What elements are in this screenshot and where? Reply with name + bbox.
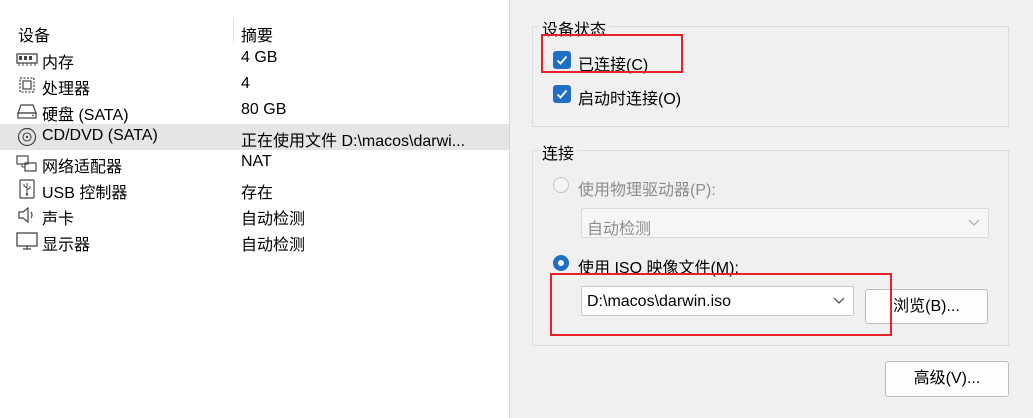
device-summary: 自动检测 [241, 211, 306, 228]
device-name: 硬盘 (SATA) [42, 107, 129, 124]
iso-file-radio[interactable] [553, 255, 569, 271]
advanced-button[interactable]: 高级(V)... [885, 361, 1009, 397]
iso-path-value: D:\macos\darwin.iso [587, 293, 732, 310]
connect-on-power-checkbox[interactable] [553, 85, 571, 103]
device-status-group [532, 26, 1009, 127]
device-list: 设备 摘要 内存 4 GB 处理器 4 硬盘 (SATA) 80 GB CD/D… [0, 0, 510, 418]
column-separator[interactable] [233, 18, 234, 42]
physical-drive-label[interactable]: 使用物理驱动器(P): [578, 176, 716, 200]
device-name: USB 控制器 [42, 185, 128, 202]
check-icon [556, 55, 568, 65]
chevron-down-icon [833, 297, 845, 304]
device-row-cd-dvd[interactable]: CD/DVD (SATA) 正在使用文件 D:\macos\darwi... [0, 124, 509, 150]
device-summary: 正在使用文件 D:\macos\darwi... [241, 133, 466, 150]
cpu-icon [19, 77, 35, 93]
device-name: 显示器 [42, 237, 91, 254]
device-status-title: 设备状态 [539, 16, 610, 40]
chevron-down-icon [968, 219, 980, 226]
device-row-usb[interactable]: USB 控制器 存在 [0, 176, 509, 202]
iso-file-label[interactable]: 使用 ISO 映像文件(M): [578, 254, 739, 278]
physical-drive-radio[interactable] [553, 177, 569, 193]
device-row-processor[interactable]: 处理器 4 [0, 72, 509, 98]
device-name: 处理器 [42, 81, 91, 98]
column-header-device[interactable]: 设备 [18, 22, 50, 46]
iso-path-combobox[interactable]: D:\macos\darwin.iso [581, 286, 854, 316]
device-row-network-adapter[interactable]: 网络适配器 NAT [0, 150, 509, 176]
connect-on-power-label[interactable]: 启动时连接(O) [578, 85, 681, 109]
device-summary: 4 [241, 75, 250, 92]
browse-label: 浏览(B)... [893, 298, 960, 315]
device-row-memory[interactable]: 内存 4 GB [0, 46, 509, 72]
network-adapter-icon [16, 155, 37, 172]
advanced-label: 高级(V)... [913, 370, 981, 387]
device-summary: 自动检测 [241, 237, 306, 254]
cd-dvd-icon [17, 127, 37, 147]
connected-label[interactable]: 已连接(C) [578, 51, 648, 75]
device-name: CD/DVD (SATA) [42, 127, 158, 144]
monitor-icon [16, 232, 38, 250]
column-header-summary[interactable]: 摘要 [241, 22, 273, 46]
device-summary: NAT [241, 153, 272, 170]
device-name: 内存 [42, 55, 75, 72]
device-name: 声卡 [42, 211, 75, 228]
usb-icon [19, 179, 35, 199]
device-summary: 80 GB [241, 101, 287, 118]
device-row-sound-card[interactable]: 声卡 自动检测 [0, 202, 509, 228]
physical-drive-select[interactable]: 自动检测 [581, 208, 989, 238]
connection-title: 连接 [539, 140, 578, 164]
device-row-display[interactable]: 显示器 自动检测 [0, 228, 509, 254]
check-icon [556, 89, 568, 99]
physical-drive-value: 自动检测 [587, 221, 652, 238]
device-name: 网络适配器 [42, 159, 123, 176]
speaker-icon [18, 206, 33, 224]
hard-disk-icon [17, 104, 37, 119]
browse-button[interactable]: 浏览(B)... [865, 289, 988, 324]
device-summary: 4 GB [241, 49, 278, 66]
device-summary: 存在 [241, 185, 274, 202]
list-header: 设备 摘要 [0, 0, 509, 46]
connected-checkbox[interactable] [553, 51, 571, 69]
device-row-hard-disk[interactable]: 硬盘 (SATA) 80 GB [0, 98, 509, 124]
memory-icon [16, 53, 38, 66]
